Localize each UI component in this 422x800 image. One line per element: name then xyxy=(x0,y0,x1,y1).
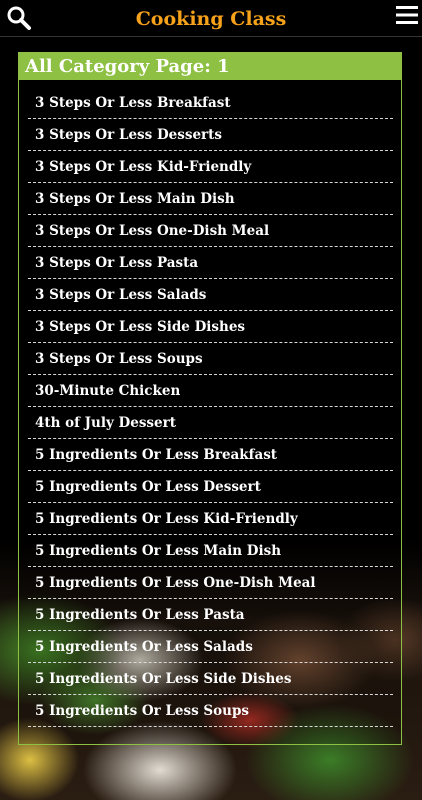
category-item[interactable]: 5 Ingredients Or Less One-Dish Meal xyxy=(28,567,393,599)
category-item[interactable]: 3 Steps Or Less Soups xyxy=(28,343,393,375)
category-item[interactable]: 5 Ingredients Or Less Main Dish xyxy=(28,535,393,567)
category-item[interactable]: 5 Ingredients Or Less Side Dishes xyxy=(28,663,393,695)
category-item[interactable]: 5 Ingredients Or Less Dessert xyxy=(28,471,393,503)
category-item[interactable]: 3 Steps Or Less Main Dish xyxy=(28,183,393,215)
category-item[interactable]: 5 Ingredients Or Less Breakfast xyxy=(28,439,393,471)
hamburger-menu-icon[interactable] xyxy=(396,5,418,25)
app-title: Cooking Class xyxy=(135,8,287,30)
category-item[interactable]: 3 Steps Or Less Side Dishes xyxy=(28,311,393,343)
category-item[interactable]: 5 Ingredients Or Less Pasta xyxy=(28,599,393,631)
category-list: 3 Steps Or Less Breakfast 3 Steps Or Les… xyxy=(28,87,393,727)
category-item[interactable]: 5 Ingredients Or Less Kid-Friendly xyxy=(28,503,393,535)
panel-heading: All Category Page: 1 xyxy=(19,53,401,80)
category-item[interactable]: 3 Steps Or Less Salads xyxy=(28,279,393,311)
category-item[interactable]: 5 Ingredients Or Less Salads xyxy=(28,631,393,663)
category-panel: All Category Page: 1 3 Steps Or Less Bre… xyxy=(18,52,402,745)
category-item[interactable]: 3 Steps Or Less Breakfast xyxy=(28,87,393,119)
category-item[interactable]: 30-Minute Chicken xyxy=(28,375,393,407)
category-item[interactable]: 3 Steps Or Less One-Dish Meal xyxy=(28,215,393,247)
category-item[interactable]: 5 Ingredients Or Less Soups xyxy=(28,695,393,727)
category-item[interactable]: 3 Steps Or Less Kid-Friendly xyxy=(28,151,393,183)
category-item[interactable]: 3 Steps Or Less Pasta xyxy=(28,247,393,279)
category-item[interactable]: 3 Steps Or Less Desserts xyxy=(28,119,393,151)
category-item[interactable]: 4th of July Dessert xyxy=(28,407,393,439)
app-header: Cooking Class xyxy=(0,0,422,37)
